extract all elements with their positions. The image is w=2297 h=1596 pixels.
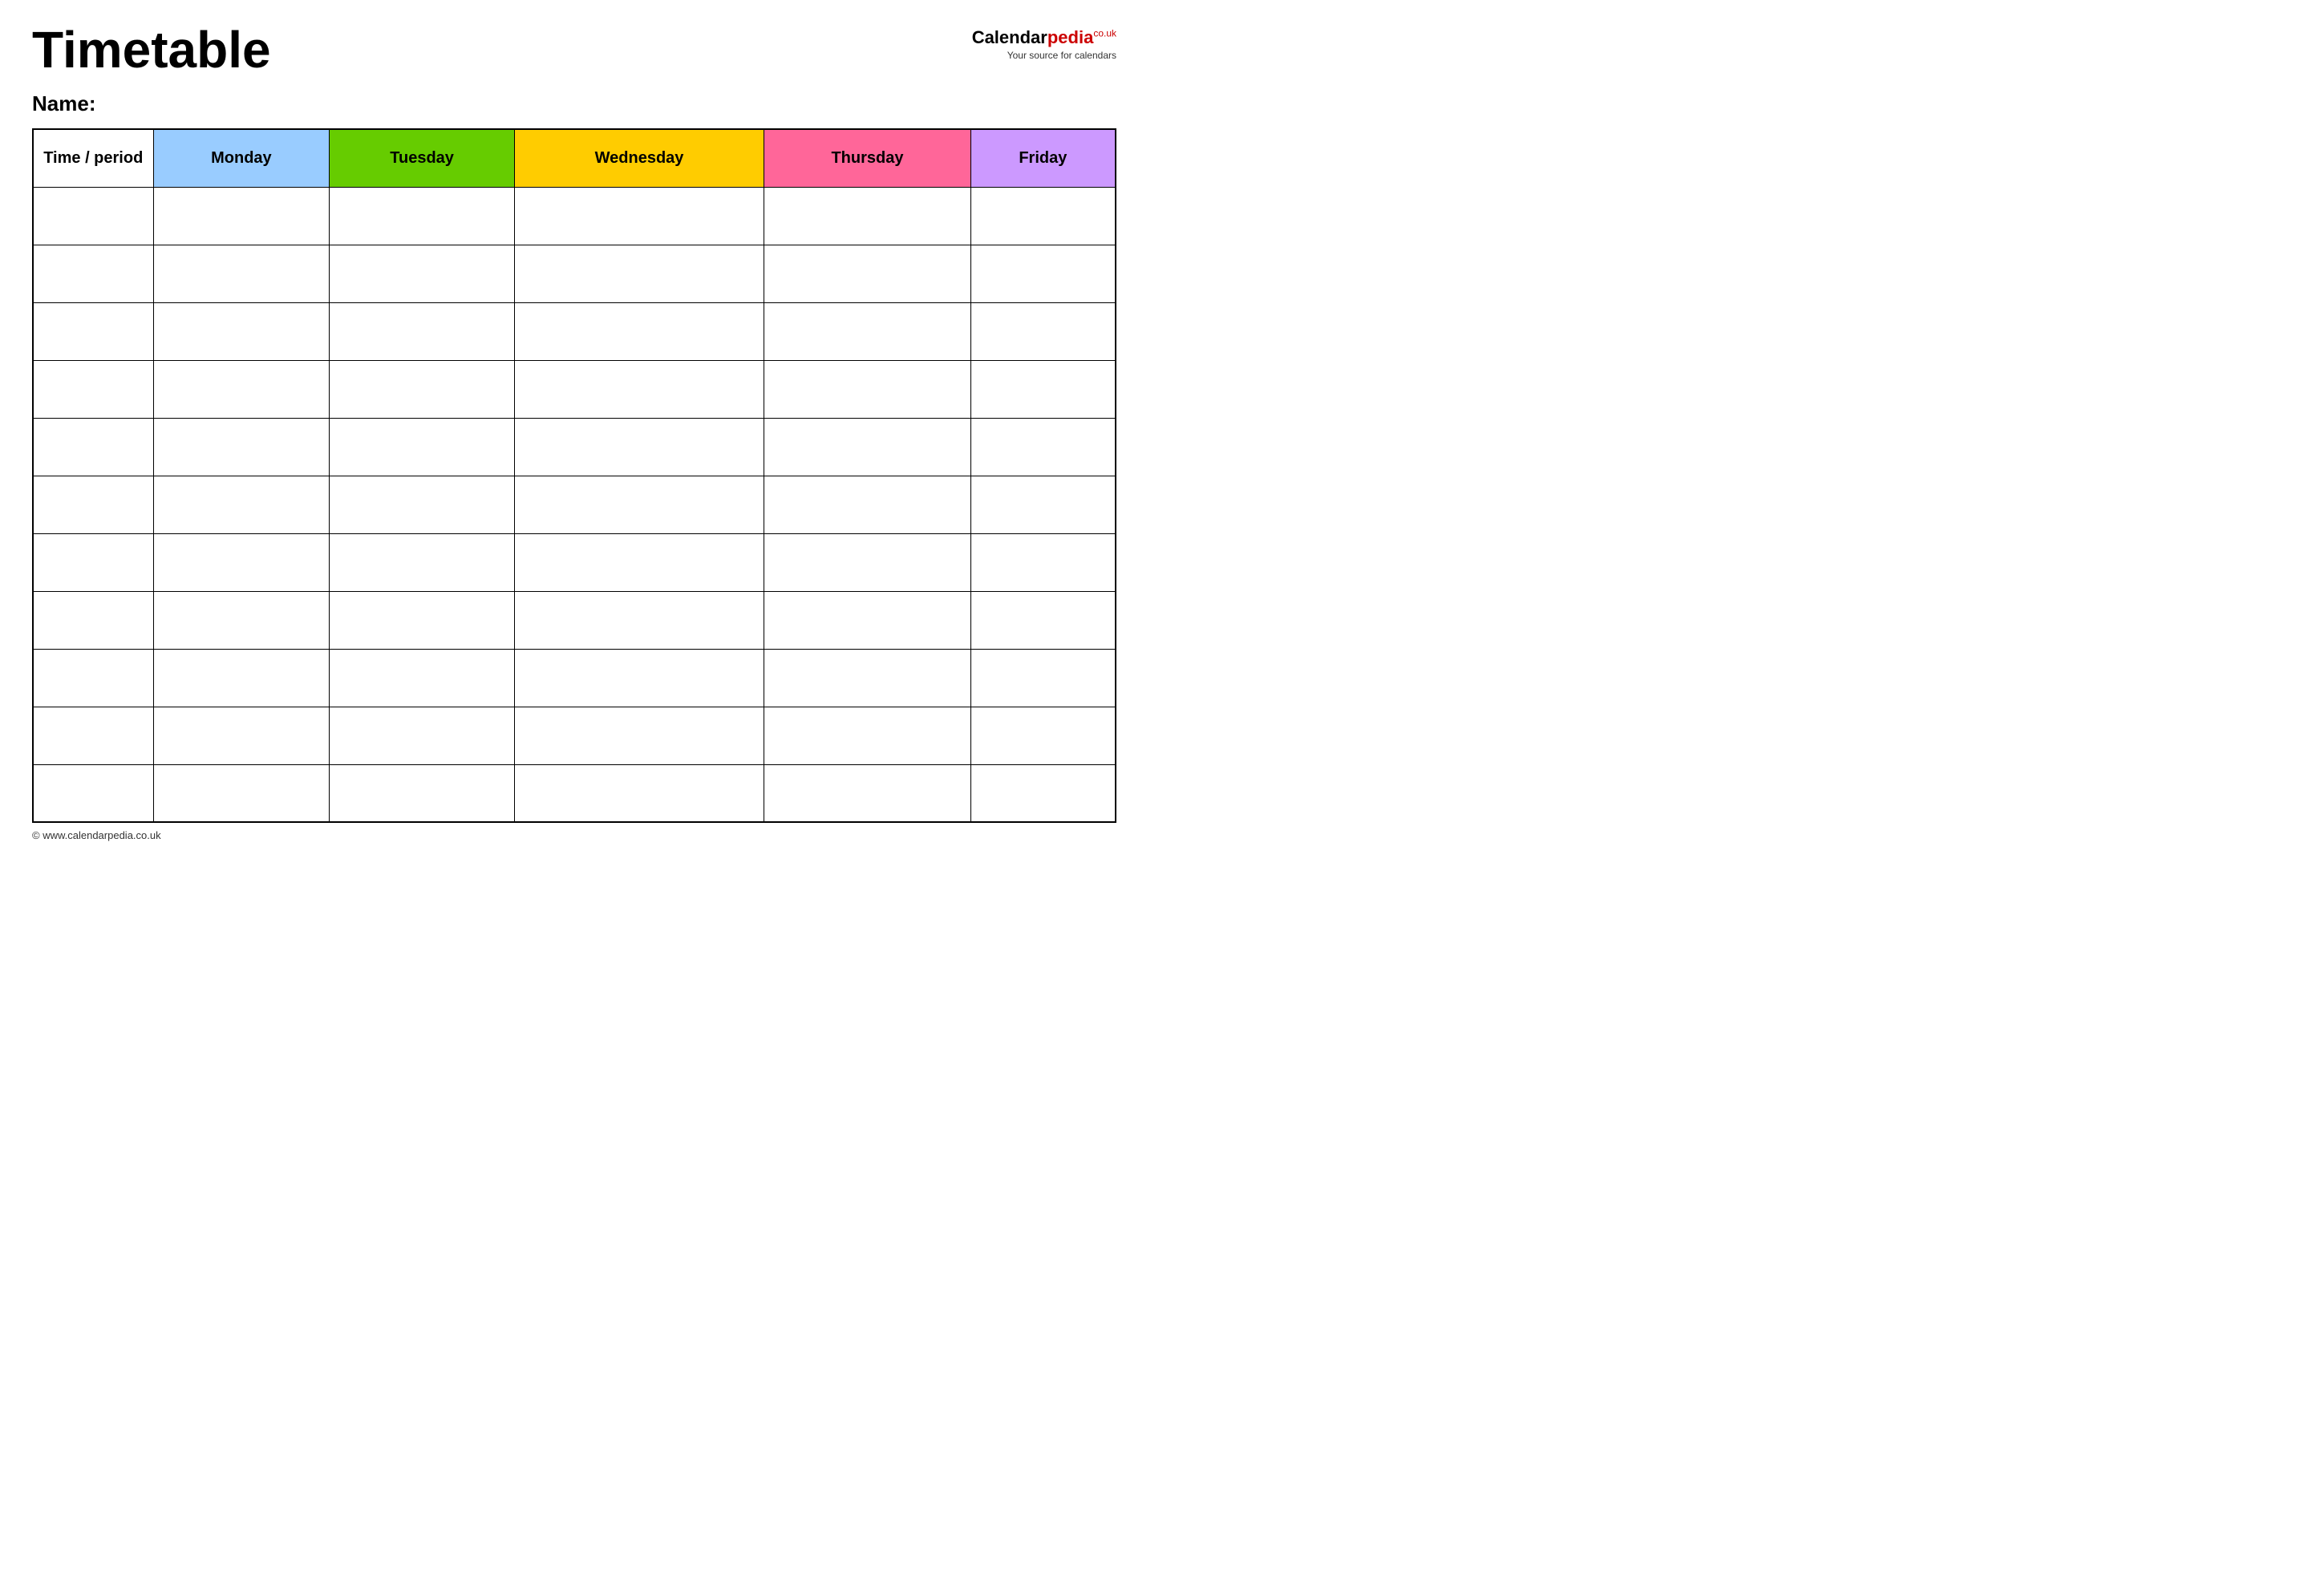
- header-wednesday: Wednesday: [514, 129, 764, 187]
- header-time-period: Time / period: [33, 129, 153, 187]
- header-thursday: Thursday: [764, 129, 970, 187]
- cell-tuesday[interactable]: [330, 360, 515, 418]
- cell-time[interactable]: [33, 533, 153, 591]
- cell-wednesday[interactable]: [514, 418, 764, 476]
- cell-monday[interactable]: [153, 591, 330, 649]
- cell-friday[interactable]: [970, 591, 1116, 649]
- cell-thursday[interactable]: [764, 764, 970, 822]
- logo-pedia: pedia: [1047, 27, 1093, 47]
- logo-text: Calendarpediaco.uk: [972, 28, 1116, 47]
- cell-friday[interactable]: [970, 418, 1116, 476]
- cell-monday[interactable]: [153, 360, 330, 418]
- cell-time[interactable]: [33, 591, 153, 649]
- table-row: [33, 533, 1116, 591]
- table-row: [33, 245, 1116, 302]
- footer: © www.calendarpedia.co.uk: [32, 829, 1116, 841]
- cell-friday[interactable]: [970, 245, 1116, 302]
- cell-thursday[interactable]: [764, 418, 970, 476]
- cell-monday[interactable]: [153, 245, 330, 302]
- cell-monday[interactable]: [153, 476, 330, 533]
- table-row: [33, 187, 1116, 245]
- table-row: [33, 418, 1116, 476]
- cell-wednesday[interactable]: [514, 649, 764, 707]
- table-row: [33, 591, 1116, 649]
- cell-time[interactable]: [33, 187, 153, 245]
- cell-friday[interactable]: [970, 533, 1116, 591]
- timetable: Time / period Monday Tuesday Wednesday T…: [32, 128, 1116, 823]
- cell-thursday[interactable]: [764, 187, 970, 245]
- cell-wednesday[interactable]: [514, 707, 764, 764]
- cell-monday[interactable]: [153, 649, 330, 707]
- cell-thursday[interactable]: [764, 302, 970, 360]
- cell-friday[interactable]: [970, 476, 1116, 533]
- cell-wednesday[interactable]: [514, 476, 764, 533]
- cell-time[interactable]: [33, 245, 153, 302]
- logo-container: Calendarpediaco.uk Your source for calen…: [972, 24, 1116, 61]
- logo-calendar: Calendar: [972, 27, 1047, 47]
- cell-thursday[interactable]: [764, 533, 970, 591]
- cell-thursday[interactable]: [764, 649, 970, 707]
- cell-time[interactable]: [33, 649, 153, 707]
- cell-time[interactable]: [33, 707, 153, 764]
- cell-friday[interactable]: [970, 649, 1116, 707]
- cell-wednesday[interactable]: [514, 591, 764, 649]
- cell-monday[interactable]: [153, 533, 330, 591]
- cell-friday[interactable]: [970, 302, 1116, 360]
- table-row: [33, 707, 1116, 764]
- cell-wednesday[interactable]: [514, 764, 764, 822]
- cell-monday[interactable]: [153, 187, 330, 245]
- cell-thursday[interactable]: [764, 476, 970, 533]
- cell-tuesday[interactable]: [330, 418, 515, 476]
- page-title: Timetable: [32, 24, 271, 75]
- cell-friday[interactable]: [970, 360, 1116, 418]
- logo-tagline: Your source for calendars: [972, 50, 1116, 61]
- cell-wednesday[interactable]: [514, 360, 764, 418]
- cell-tuesday[interactable]: [330, 302, 515, 360]
- cell-wednesday[interactable]: [514, 533, 764, 591]
- cell-tuesday[interactable]: [330, 707, 515, 764]
- cell-tuesday[interactable]: [330, 533, 515, 591]
- table-row: [33, 360, 1116, 418]
- header-tuesday: Tuesday: [330, 129, 515, 187]
- cell-friday[interactable]: [970, 187, 1116, 245]
- cell-wednesday[interactable]: [514, 187, 764, 245]
- cell-friday[interactable]: [970, 707, 1116, 764]
- cell-monday[interactable]: [153, 418, 330, 476]
- cell-tuesday[interactable]: [330, 245, 515, 302]
- header-friday: Friday: [970, 129, 1116, 187]
- cell-tuesday[interactable]: [330, 476, 515, 533]
- cell-time[interactable]: [33, 360, 153, 418]
- cell-time[interactable]: [33, 764, 153, 822]
- table-header-row: Time / period Monday Tuesday Wednesday T…: [33, 129, 1116, 187]
- cell-friday[interactable]: [970, 764, 1116, 822]
- header-section: Timetable Calendarpediaco.uk Your source…: [32, 24, 1116, 75]
- cell-tuesday[interactable]: [330, 187, 515, 245]
- cell-tuesday[interactable]: [330, 764, 515, 822]
- cell-monday[interactable]: [153, 302, 330, 360]
- logo-couk: co.uk: [1093, 28, 1116, 39]
- table-row: [33, 302, 1116, 360]
- cell-time[interactable]: [33, 302, 153, 360]
- cell-thursday[interactable]: [764, 245, 970, 302]
- cell-tuesday[interactable]: [330, 591, 515, 649]
- cell-wednesday[interactable]: [514, 302, 764, 360]
- table-row: [33, 649, 1116, 707]
- table-row: [33, 476, 1116, 533]
- cell-thursday[interactable]: [764, 707, 970, 764]
- name-label: Name:: [32, 91, 95, 115]
- table-row: [33, 764, 1116, 822]
- cell-tuesday[interactable]: [330, 649, 515, 707]
- header-monday: Monday: [153, 129, 330, 187]
- cell-thursday[interactable]: [764, 591, 970, 649]
- cell-monday[interactable]: [153, 707, 330, 764]
- name-section: Name:: [32, 91, 1116, 116]
- footer-url: © www.calendarpedia.co.uk: [32, 829, 161, 841]
- cell-time[interactable]: [33, 418, 153, 476]
- cell-time[interactable]: [33, 476, 153, 533]
- cell-thursday[interactable]: [764, 360, 970, 418]
- cell-monday[interactable]: [153, 764, 330, 822]
- cell-wednesday[interactable]: [514, 245, 764, 302]
